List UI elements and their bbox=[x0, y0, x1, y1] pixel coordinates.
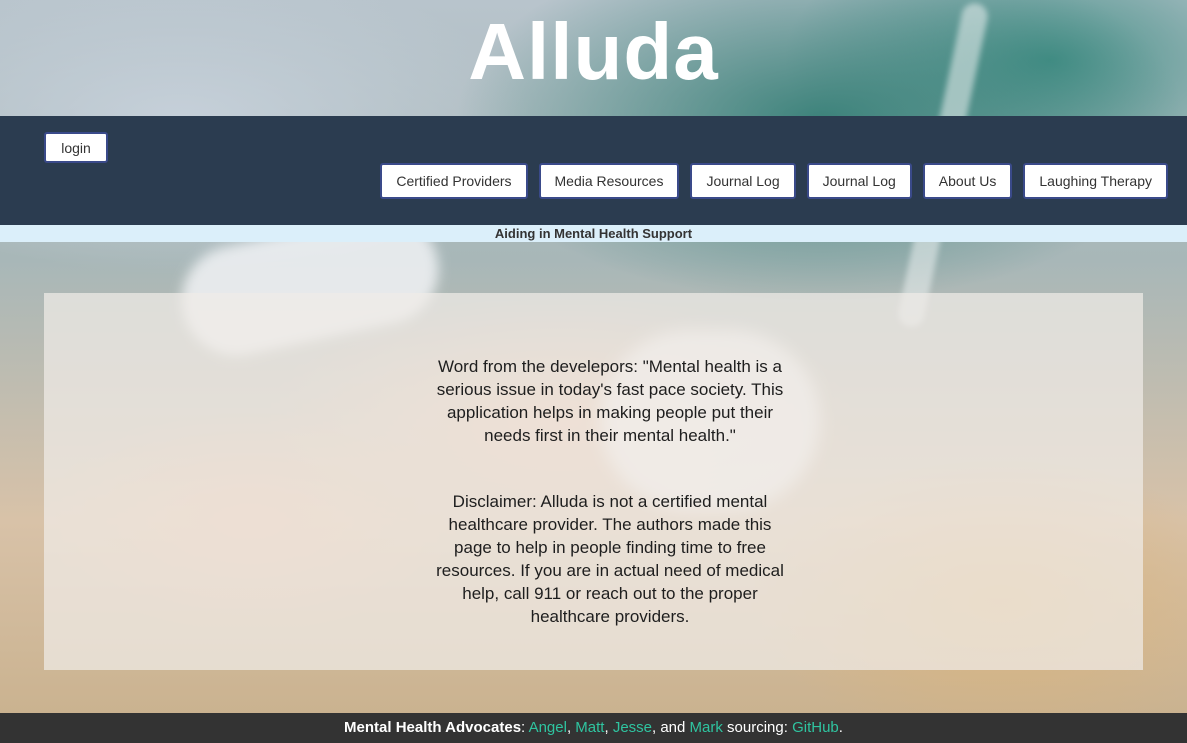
nav-journal-log-button[interactable]: Journal Log bbox=[690, 163, 796, 199]
disclaimer-text: Disclaimer: Alluda is not a certified me… bbox=[436, 492, 784, 626]
developer-word-text: Word from the develepors: "Mental health… bbox=[436, 357, 784, 445]
nav-journal-log-button-2[interactable]: Journal Log bbox=[806, 163, 912, 199]
content-panel: Word from the develepors: "Mental health… bbox=[44, 293, 1143, 670]
nav-certified-providers-button[interactable]: Certified Providers bbox=[380, 163, 528, 199]
author-link-mark[interactable]: Mark bbox=[690, 719, 723, 736]
footer-and: , and bbox=[652, 719, 690, 736]
nav-links: Certified Providers Media Resources Jour… bbox=[380, 163, 1168, 199]
footer-separator: , bbox=[604, 719, 613, 736]
footer-end: . bbox=[838, 719, 843, 736]
navbar: login Certified Providers Media Resource… bbox=[0, 116, 1187, 225]
nav-laughing-therapy-button[interactable]: Laughing Therapy bbox=[1023, 163, 1168, 199]
site-title: Alluda bbox=[468, 7, 719, 96]
author-link-jesse[interactable]: Jesse bbox=[613, 719, 652, 736]
nav-media-resources-button[interactable]: Media Resources bbox=[538, 163, 680, 199]
author-link-matt[interactable]: Matt bbox=[575, 719, 604, 736]
tagline: Aiding in Mental Health Support bbox=[0, 225, 1187, 242]
github-link[interactable]: GitHub bbox=[792, 719, 839, 736]
footer-sourcing: sourcing: bbox=[722, 719, 793, 736]
footer: Mental Health Advocates: Angel, Matt, Je… bbox=[0, 713, 1187, 743]
footer-lead: Mental Health Advocates bbox=[344, 719, 522, 736]
author-link-angel[interactable]: Angel bbox=[529, 719, 567, 736]
footer-colon: : bbox=[521, 719, 529, 736]
nav-about-us-button[interactable]: About Us bbox=[922, 163, 1013, 199]
login-button[interactable]: login bbox=[44, 132, 108, 163]
